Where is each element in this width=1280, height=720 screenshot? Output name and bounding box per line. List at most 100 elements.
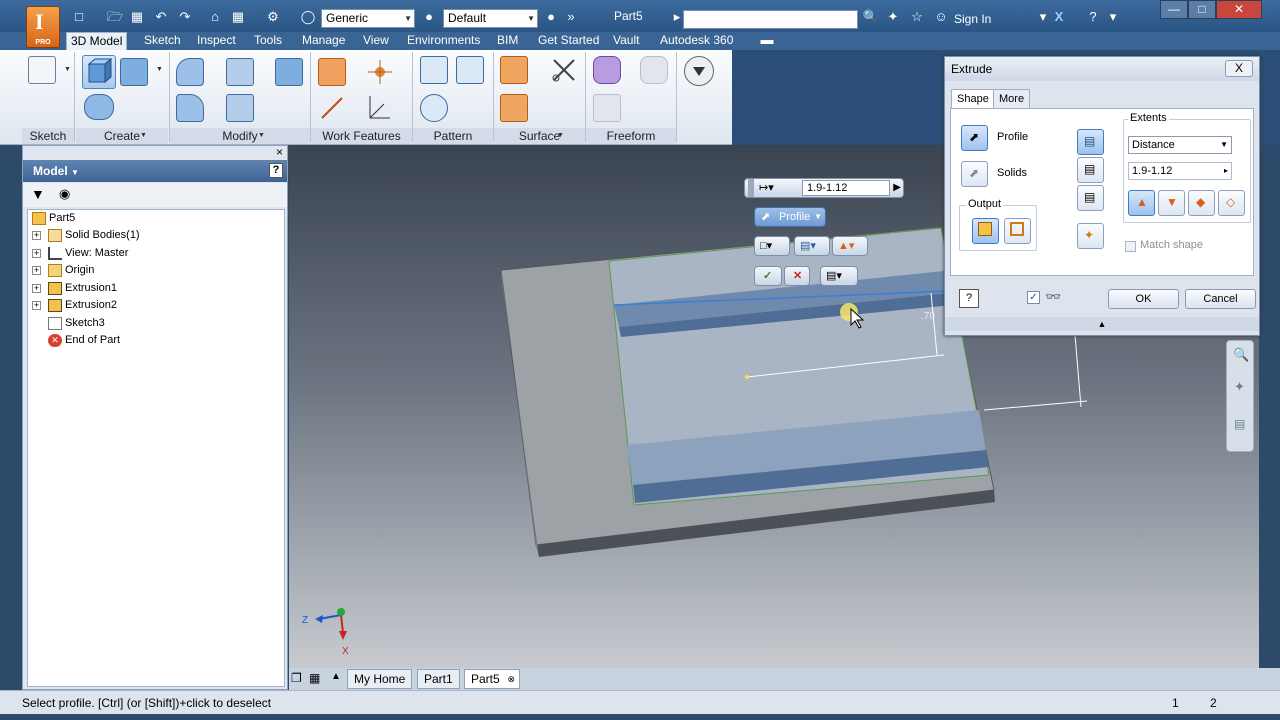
ribbon-display-icon[interactable]: ▬ (758, 32, 776, 48)
cascade-windows-icon[interactable]: ❐ (291, 671, 302, 685)
chevron-down-icon[interactable]: ▾ (1104, 9, 1122, 25)
search-icon[interactable]: 🔍 (862, 9, 880, 25)
tab-bim[interactable]: BIM (493, 32, 522, 50)
drag-handle[interactable] (748, 179, 754, 197)
chevron-down-icon[interactable]: ▼ (258, 132, 265, 139)
browser-help-icon[interactable]: ? (269, 163, 283, 178)
tab-part1[interactable]: Part1 (417, 669, 460, 689)
help-icon[interactable]: ? (1084, 9, 1102, 25)
favorites-icon[interactable]: ☆ (908, 9, 926, 25)
profile-select-button[interactable]: ⬈ (961, 125, 988, 151)
extents-dropdown-icon[interactable]: ↦▾ (759, 179, 774, 197)
filter-icon[interactable]: ▼ (31, 186, 45, 202)
help-search-input[interactable] (683, 10, 858, 29)
chevron-down-icon[interactable]: ▼ (140, 132, 147, 139)
ok-button[interactable]: OK (1108, 289, 1179, 309)
project-icon[interactable]: ▦ (229, 9, 247, 25)
maximize-button[interactable]: □ (1188, 0, 1216, 19)
extrude-icon[interactable] (82, 55, 116, 89)
expand-toggle[interactable]: + (32, 266, 41, 275)
circular-pattern-icon[interactable] (420, 94, 448, 122)
exchange-apps-icon[interactable]: X (1050, 9, 1068, 25)
close-window-button[interactable]: ✕ (1216, 0, 1262, 19)
expand-toggle[interactable]: + (32, 284, 41, 293)
cancel-button[interactable]: Cancel (1185, 289, 1256, 309)
solids-select-button[interactable]: ⬈ (961, 161, 988, 187)
tab-manage[interactable]: Manage (298, 32, 349, 50)
direction-1-button[interactable]: ▲ (1128, 190, 1155, 216)
overflow-chevron-icon[interactable]: » (562, 9, 580, 25)
apply-arrow-icon[interactable]: ▶ (893, 179, 901, 197)
tab-autodesk-360[interactable]: Autodesk 360 (656, 32, 737, 50)
update-icon[interactable]: ⚙ (264, 9, 282, 25)
tab-environments[interactable]: Environments (403, 32, 484, 50)
mirror-icon[interactable] (456, 56, 484, 84)
new-file-icon[interactable]: □ (70, 9, 88, 25)
thicken-icon[interactable] (226, 94, 254, 122)
orbit-icon[interactable]: ✦ (1234, 379, 1245, 395)
tab-more[interactable]: More (993, 89, 1031, 109)
intersect-button[interactable]: ▤ (1077, 185, 1104, 211)
undo-icon[interactable]: ↶ (152, 9, 170, 25)
rectangular-pattern-icon[interactable] (420, 56, 448, 84)
tab-sketch[interactable]: Sketch (140, 32, 185, 50)
mini-options-dropdown[interactable]: ▤▾ (820, 266, 858, 286)
start-2d-sketch-icon[interactable] (28, 56, 56, 84)
tile-windows-icon[interactable]: ▦ (309, 671, 320, 685)
arrow-right-icon[interactable]: ▸ (1224, 163, 1228, 179)
cut-button[interactable]: ▤ (1077, 157, 1104, 183)
open-documents-icon[interactable]: ▲ (331, 671, 341, 682)
tab-3d-model[interactable]: 3D Model (66, 32, 128, 50)
work-plane-icon[interactable] (318, 58, 346, 86)
expand-toggle[interactable]: + (32, 231, 41, 240)
browser-close-button[interactable]: × (276, 146, 283, 159)
hole-icon[interactable] (84, 94, 114, 120)
tab-shape[interactable]: Shape (951, 89, 995, 109)
sign-in-link[interactable]: Sign In (954, 12, 991, 26)
shell-icon[interactable] (226, 58, 254, 86)
open-file-icon[interactable]: 🗁 (106, 9, 124, 25)
output-dropdown[interactable]: □▾ (754, 236, 790, 256)
dialog-titlebar[interactable]: Extrude X (945, 57, 1259, 81)
tab-tools[interactable]: Tools (250, 32, 286, 50)
extents-type-select[interactable]: Distance ▼ (1128, 136, 1232, 154)
tab-inspect[interactable]: Inspect (193, 32, 240, 50)
subscription-icon[interactable]: ✦ (884, 9, 902, 25)
minimize-button[interactable]: — (1160, 0, 1188, 19)
home-icon[interactable]: ⌂ (206, 9, 224, 25)
preview-checkbox[interactable]: ✓ (1027, 291, 1040, 304)
combine-icon[interactable] (275, 58, 303, 86)
dialog-close-button[interactable]: X (1225, 60, 1253, 77)
cancel-button[interactable]: ✕ (784, 266, 810, 286)
chevron-down-icon[interactable]: ▼ (557, 132, 564, 139)
work-axis-icon[interactable] (318, 94, 346, 122)
save-icon[interactable]: ▦ (128, 9, 146, 25)
convert-icon[interactable] (593, 94, 621, 122)
tab-vault[interactable]: Vault (609, 32, 643, 50)
close-icon[interactable]: ⊗ (507, 670, 515, 688)
redo-icon[interactable]: ↷ (176, 9, 194, 25)
chevron-down-icon[interactable]: ▼ (71, 168, 79, 177)
chevron-down-icon[interactable]: ▼ (64, 66, 71, 73)
join-button[interactable]: ▤ (1077, 129, 1104, 155)
freeform-box-icon[interactable] (593, 56, 621, 84)
browser-title[interactable]: Model (33, 164, 68, 178)
direction-dropdown[interactable]: ▲▾ (832, 236, 868, 256)
ok-button[interactable]: ✓ (754, 266, 782, 286)
operation-dropdown[interactable]: ▤▾ (794, 236, 830, 256)
stitch-icon[interactable] (500, 56, 528, 84)
dialog-help-button[interactable]: ? (959, 289, 979, 308)
work-point-icon[interactable] (366, 58, 394, 86)
profile-selector-button[interactable]: ⬈ Profile ▼ (754, 207, 826, 227)
chamfer-icon[interactable] (176, 94, 204, 122)
match-shape-checkbox[interactable] (1125, 241, 1136, 252)
find-binoculars-icon[interactable]: ◉ (59, 186, 70, 202)
appearance-select[interactable]: Default ▼ (443, 9, 538, 28)
distance-input[interactable]: 1.9-1.12 (802, 180, 890, 196)
output-surface-button[interactable] (1004, 218, 1031, 244)
fillet-icon[interactable] (176, 58, 204, 86)
zoom-icon[interactable]: 🔍 (1233, 347, 1249, 363)
look-at-icon[interactable]: ▤ (1234, 417, 1245, 431)
expand-toggle[interactable]: + (32, 301, 41, 310)
tab-view[interactable]: View (359, 32, 393, 50)
